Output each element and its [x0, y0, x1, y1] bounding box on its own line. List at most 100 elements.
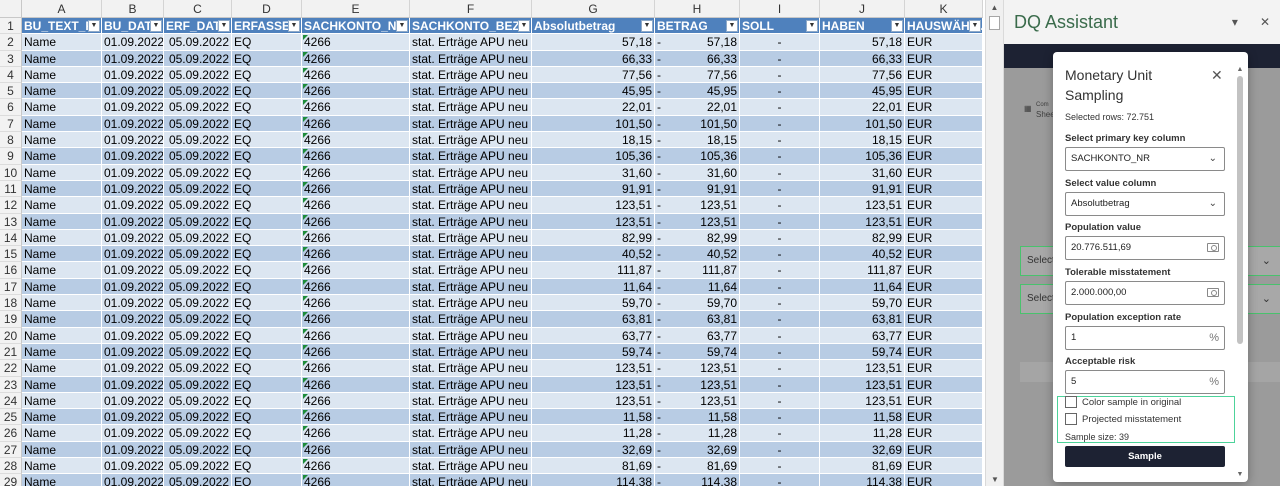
table-cell[interactable]: 05.09.2022 — [164, 180, 232, 198]
table-cell[interactable]: stat. Erträge APU neu — [410, 246, 532, 263]
table-cell[interactable]: - 63,77 — [655, 327, 740, 344]
table-cell[interactable]: - 123,51 — [655, 213, 740, 230]
table-cell[interactable]: 111,87 — [532, 262, 655, 279]
dialog-scroll-thumb[interactable] — [1237, 76, 1243, 344]
table-cell[interactable]: - — [740, 132, 820, 149]
table-cell[interactable]: stat. Erträge APU neu — [410, 148, 532, 165]
table-cell[interactable]: 63,77 — [532, 327, 655, 344]
table-cell[interactable]: - — [740, 213, 820, 230]
column-letter[interactable]: C — [164, 0, 232, 18]
table-cell[interactable]: - — [740, 246, 820, 263]
table-cell[interactable]: - 77,56 — [655, 66, 740, 84]
table-cell[interactable]: 4266 — [302, 180, 410, 198]
row-number[interactable]: 26 — [0, 425, 22, 442]
table-cell[interactable]: EUR — [905, 132, 983, 149]
row-number[interactable]: 27 — [0, 441, 22, 459]
table-cell[interactable]: 05.09.2022 — [164, 311, 232, 328]
table-cell[interactable]: 05.09.2022 — [164, 441, 232, 459]
table-cell[interactable]: - 11,28 — [655, 425, 740, 442]
table-cell[interactable]: 01.09.2022 — [102, 262, 164, 279]
table-cell[interactable]: - — [740, 311, 820, 328]
table-cell[interactable]: 05.09.2022 — [164, 278, 232, 296]
table-cell[interactable]: EUR — [905, 50, 983, 67]
column-letter[interactable]: G — [532, 0, 655, 18]
sample-button[interactable]: Sample — [1065, 446, 1225, 467]
column-letter[interactable]: J — [820, 0, 905, 18]
table-cell[interactable]: Name — [22, 180, 102, 198]
table-cell[interactable]: 01.09.2022 — [102, 311, 164, 328]
table-cell[interactable]: 123,51 — [820, 213, 905, 230]
filter-dropdown-icon[interactable]: ▼ — [288, 20, 300, 32]
table-cell[interactable]: - 32,69 — [655, 441, 740, 459]
table-cell[interactable]: 01.09.2022 — [102, 213, 164, 230]
table-cell[interactable]: stat. Erträge APU neu — [410, 262, 532, 279]
table-cell[interactable]: 31,60 — [532, 164, 655, 181]
table-cell[interactable]: 4266 — [302, 441, 410, 459]
row-number[interactable]: 5 — [0, 83, 22, 100]
table-cell[interactable]: stat. Erträge APU neu — [410, 311, 532, 328]
table-cell[interactable]: Name — [22, 229, 102, 247]
table-cell[interactable]: 4266 — [302, 83, 410, 100]
table-cell[interactable]: - — [740, 376, 820, 393]
row-number[interactable]: 17 — [0, 278, 22, 296]
table-cell[interactable]: - — [740, 425, 820, 442]
table-cell[interactable]: 91,91 — [820, 180, 905, 198]
filter-dropdown-icon[interactable]: ▼ — [218, 20, 230, 32]
table-cell[interactable]: Name — [22, 262, 102, 279]
table-cell[interactable]: EUR — [905, 425, 983, 442]
table-cell[interactable]: EQ — [232, 246, 302, 263]
color-sample-option[interactable]: Color sample in original — [1065, 396, 1181, 408]
projected-misstatement-checkbox[interactable] — [1065, 413, 1077, 425]
primary-key-select[interactable]: SACHKONTO_NR ⌄ — [1065, 147, 1225, 171]
table-cell[interactable]: - 82,99 — [655, 229, 740, 247]
table-cell[interactable]: - — [740, 66, 820, 84]
table-cell[interactable]: 05.09.2022 — [164, 425, 232, 442]
dialog-scrollbar[interactable]: ▲ ▼ — [1236, 66, 1244, 478]
table-cell[interactable]: stat. Erträge APU neu — [410, 360, 532, 377]
table-cell[interactable]: 4266 — [302, 311, 410, 328]
table-cell[interactable]: Name — [22, 392, 102, 410]
table-cell[interactable]: EUR — [905, 83, 983, 100]
acceptable-risk-input[interactable]: 5 % — [1065, 370, 1225, 394]
column-letter[interactable]: E — [302, 0, 410, 18]
row-number[interactable]: 1 — [0, 18, 22, 35]
table-cell[interactable]: Name — [22, 246, 102, 263]
table-cell[interactable]: 77,56 — [820, 66, 905, 84]
table-cell[interactable]: 77,56 — [532, 66, 655, 84]
column-letter[interactable]: A — [22, 0, 102, 18]
table-cell[interactable]: Name — [22, 99, 102, 116]
table-cell[interactable]: EUR — [905, 197, 983, 214]
table-cell[interactable]: - 123,51 — [655, 376, 740, 393]
table-cell[interactable]: 05.09.2022 — [164, 164, 232, 181]
table-cell[interactable]: 81,69 — [532, 458, 655, 475]
table-cell[interactable]: stat. Erträge APU neu — [410, 343, 532, 361]
table-cell[interactable]: EUR — [905, 474, 983, 486]
table-cell[interactable]: EQ — [232, 197, 302, 214]
table-cell[interactable]: 4266 — [302, 262, 410, 279]
table-cell[interactable]: 05.09.2022 — [164, 360, 232, 377]
table-cell[interactable]: EUR — [905, 164, 983, 181]
table-cell[interactable]: Name — [22, 327, 102, 344]
table-cell[interactable]: stat. Erträge APU neu — [410, 376, 532, 393]
table-cell[interactable]: 4266 — [302, 148, 410, 165]
table-cell[interactable]: - 40,52 — [655, 246, 740, 263]
row-number[interactable]: 29 — [0, 474, 22, 486]
table-cell[interactable]: EQ — [232, 66, 302, 84]
table-cell[interactable]: 4266 — [302, 132, 410, 149]
table-cell[interactable]: EQ — [232, 148, 302, 165]
table-cell[interactable]: - — [740, 360, 820, 377]
scroll-down-icon[interactable]: ▼ — [1236, 471, 1244, 478]
table-cell[interactable]: 123,51 — [532, 360, 655, 377]
table-cell[interactable]: 59,74 — [532, 343, 655, 361]
table-cell[interactable]: 4266 — [302, 246, 410, 263]
table-cell[interactable]: 01.09.2022 — [102, 425, 164, 442]
table-cell[interactable]: 59,70 — [532, 295, 655, 312]
table-cell[interactable]: - 11,58 — [655, 409, 740, 426]
table-cell[interactable]: 01.09.2022 — [102, 115, 164, 133]
table-cell[interactable]: EQ — [232, 311, 302, 328]
row-number[interactable]: 13 — [0, 213, 22, 230]
table-cell[interactable]: EQ — [232, 458, 302, 475]
table-cell[interactable]: 63,81 — [820, 311, 905, 328]
table-cell[interactable]: EQ — [232, 262, 302, 279]
table-cell[interactable]: stat. Erträge APU neu — [410, 197, 532, 214]
